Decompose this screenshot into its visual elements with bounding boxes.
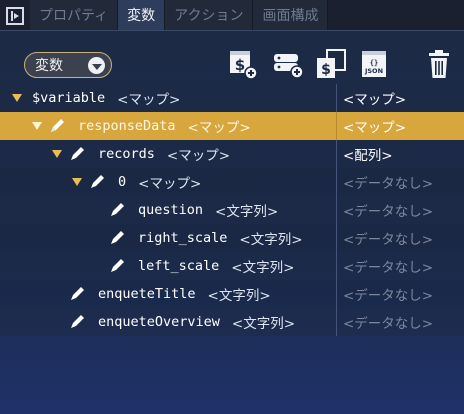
tree-row-responsedata[interactable]: responseData <マップ> <マップ> xyxy=(0,112,464,140)
edit-pen-icon[interactable] xyxy=(68,313,86,331)
tree-row-records[interactable]: records <マップ> <配列> xyxy=(0,140,464,168)
copy-variable-button[interactable]: $ xyxy=(315,48,346,80)
expand-arrow-icon[interactable] xyxy=(72,178,82,186)
panel-toggle-icon[interactable] xyxy=(0,0,30,31)
tree-row-enquete-title[interactable]: enqueteTitle <文字列> <データなし> xyxy=(0,280,464,308)
tree-row-question[interactable]: question <文字列> <データなし> xyxy=(0,196,464,224)
variable-value: <データなし> xyxy=(343,316,434,332)
copy-dollar-icon: $ xyxy=(317,49,346,78)
svg-text:{}: {} xyxy=(370,59,378,67)
json-file-icon: {} JSON xyxy=(362,51,386,77)
edit-pen-icon[interactable] xyxy=(48,117,66,135)
column-divider xyxy=(336,280,337,308)
chevron-down-icon xyxy=(88,57,105,74)
scope-dropdown-label: 変数 xyxy=(35,58,63,74)
column-divider xyxy=(336,196,337,224)
edit-pen-icon[interactable] xyxy=(108,201,126,219)
tree-row-left-scale[interactable]: left_scale <文字列> <データなし> xyxy=(0,252,464,280)
tab-screen-layout[interactable]: 画面構成 xyxy=(253,0,329,30)
variable-type: <文字列> xyxy=(231,260,295,276)
variable-value: <データなし> xyxy=(343,288,434,304)
variable-type: <文字列> xyxy=(231,316,296,332)
column-divider xyxy=(336,224,337,252)
variable-type: <文字列> xyxy=(239,232,303,248)
edit-pen-icon[interactable] xyxy=(68,145,86,163)
variable-value: <マップ> xyxy=(343,120,407,136)
tab-variables[interactable]: 変数 xyxy=(118,0,166,30)
variable-name: question xyxy=(138,202,204,218)
tree-row-right-scale[interactable]: right_scale <文字列> <データなし> xyxy=(0,224,464,252)
variable-value: <データなし> xyxy=(343,204,434,220)
column-divider xyxy=(336,84,337,112)
variable-name: right_scale xyxy=(138,230,228,246)
delete-variable-button[interactable] xyxy=(426,48,456,80)
variable-value: <データなし> xyxy=(343,232,434,248)
column-divider xyxy=(336,308,337,336)
expand-arrow-icon[interactable] xyxy=(52,150,62,158)
variable-name: $variable xyxy=(32,90,106,106)
tab-actions[interactable]: アクション xyxy=(165,0,254,30)
variable-value: <配列> xyxy=(343,148,393,164)
empty-tree-area xyxy=(0,334,464,414)
variable-type: <文字列> xyxy=(207,288,271,304)
add-data-source-button[interactable] xyxy=(272,48,304,80)
variable-name: enqueteOverview xyxy=(98,314,220,330)
svg-text:JSON: JSON xyxy=(364,67,383,75)
variable-name: 0 xyxy=(118,174,127,190)
edit-pen-icon[interactable] xyxy=(108,257,126,275)
variable-value: <データなし> xyxy=(343,260,434,276)
json-import-button[interactable]: {} JSON xyxy=(360,48,390,80)
variable-toolbar: 変数 $ $ {} JSON xyxy=(0,32,464,88)
scope-dropdown[interactable]: 変数 xyxy=(24,52,112,78)
column-divider xyxy=(336,252,337,280)
expand-arrow-icon[interactable] xyxy=(12,94,22,102)
tab-properties[interactable]: プロパティ xyxy=(30,0,119,30)
variable-name: enqueteTitle xyxy=(98,286,196,302)
variable-name: left_scale xyxy=(138,258,220,274)
variable-value: <データなし> xyxy=(343,176,434,192)
trash-icon xyxy=(429,50,449,78)
column-divider xyxy=(336,112,337,140)
edit-pen-icon[interactable] xyxy=(108,229,126,247)
add-database-icon xyxy=(274,54,304,79)
variable-type: <マップ> xyxy=(166,148,231,164)
edit-pen-icon[interactable] xyxy=(68,285,86,303)
tree-row-variable[interactable]: $variable <マップ> <マップ> xyxy=(0,84,464,112)
edit-pen-icon[interactable] xyxy=(88,173,106,191)
tree-row-record-0[interactable]: 0 <マップ> <データなし> xyxy=(0,168,464,196)
column-divider xyxy=(336,140,337,168)
add-dollar-variable-button[interactable]: $ xyxy=(228,48,258,80)
variable-type: <文字列> xyxy=(215,204,279,220)
variable-type: <マップ> xyxy=(117,92,181,108)
svg-text:$: $ xyxy=(235,56,245,74)
tab-bar: プロパティ 変数 アクション 画面構成 xyxy=(0,0,464,31)
variable-name: records xyxy=(98,146,155,162)
tree-row-enquete-overview[interactable]: enqueteOverview <文字列> <データなし> xyxy=(0,308,464,336)
expand-arrow-icon[interactable] xyxy=(32,122,42,130)
svg-text:$: $ xyxy=(321,62,331,78)
column-divider xyxy=(336,168,337,196)
variable-type: <マップ> xyxy=(187,120,251,136)
variable-value: <マップ> xyxy=(343,92,407,108)
variable-type: <マップ> xyxy=(138,176,202,192)
add-dollar-variable-icon: $ xyxy=(230,51,258,80)
variable-name: responseData xyxy=(78,118,176,134)
